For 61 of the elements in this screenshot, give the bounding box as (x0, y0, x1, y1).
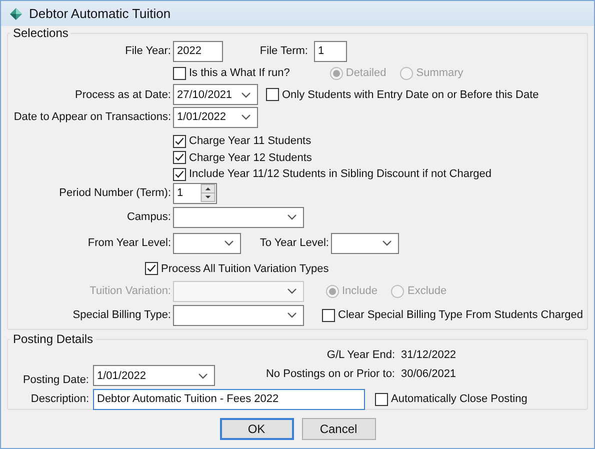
checkbox[interactable] (173, 151, 186, 164)
year-level-dropdown[interactable] (173, 232, 241, 254)
radio-label: Exclude (407, 285, 447, 297)
field-label: From Year Level: (86, 237, 171, 249)
checkbox[interactable] (375, 392, 388, 406)
checkbox-label: Is this a What If run? (189, 67, 290, 79)
checkbox-label: Charge Year 12 Students (189, 152, 312, 164)
checkbox[interactable] (145, 262, 158, 275)
info-label: No Postings on or Prior to: (266, 368, 395, 380)
checkbox[interactable] (322, 308, 335, 322)
chevron-down-icon[interactable] (287, 214, 297, 220)
dialog-button[interactable]: OK (220, 418, 294, 440)
group-title: Selections (12, 26, 70, 40)
field-label: To Year Level: (258, 237, 329, 249)
checkbox[interactable] (173, 66, 186, 80)
chevron-down-icon[interactable] (198, 372, 208, 378)
field-label: Special Billing Type: (72, 309, 171, 321)
input-field[interactable]: 1 (314, 40, 347, 62)
spin-box[interactable]: 1 (173, 182, 217, 204)
info-value: 31/12/2022 (401, 348, 458, 360)
chevron-down-icon[interactable] (287, 312, 297, 318)
checkbox-label: Clear Special Billing Type From Students Charged (338, 309, 583, 321)
billing-dropdown[interactable] (173, 304, 304, 326)
field-label: Date to Appear on Transactions: (12, 111, 171, 123)
radio-label: Summary (416, 67, 464, 79)
spin-arrows-icon[interactable] (200, 184, 216, 202)
info-label: G/L Year End: (326, 348, 395, 360)
checkbox[interactable] (173, 168, 186, 180)
field-label: File Year: (124, 45, 171, 57)
checkbox-label: Include Year 11/12 Students in Sibling Discount if not Charged (189, 168, 492, 180)
checkbox[interactable] (266, 88, 279, 101)
checkbox[interactable] (173, 134, 186, 148)
radio-label: Include (342, 285, 378, 297)
field-label: Period Number (Term): (58, 187, 171, 199)
chevron-down-icon[interactable] (241, 92, 251, 98)
checkbox-label: Only Students with Entry Date on or Before this Date (282, 88, 539, 100)
window-title: Debtor Automatic Tuition (29, 6, 171, 21)
field-label: Description: (30, 393, 89, 405)
app-icon (9, 6, 23, 20)
info-value: 30/06/2021 (401, 368, 458, 380)
input-field[interactable]: Debtor Automatic Tuition - Fees 2022 (93, 388, 365, 410)
campus-dropdown[interactable] (173, 206, 304, 228)
field-label: Process as at Date: (74, 88, 171, 100)
field-label: Posting Date: (22, 374, 89, 386)
field-label: Campus: (126, 211, 171, 223)
checkbox-label: Process All Tuition Variation Types (161, 262, 329, 274)
input-field[interactable]: 2022 (173, 40, 223, 62)
chevron-down-icon[interactable] (382, 240, 392, 246)
radio-label: Detailed (346, 67, 386, 79)
group-title: Posting Details (12, 332, 94, 346)
field-label: File Term: (258, 45, 308, 57)
field-label: Tuition Variation: (88, 285, 171, 297)
year-level-dropdown[interactable] (331, 232, 399, 254)
checkbox-label: Charge Year 11 Students (189, 135, 312, 147)
dialog-button[interactable]: Cancel (302, 418, 376, 440)
date-dropdown[interactable]: 1/01/2022 (93, 365, 215, 386)
date-dropdown[interactable]: 27/10/2021 (173, 84, 258, 105)
chevron-down-icon[interactable] (241, 114, 251, 120)
checkbox-label: Automatically Close Posting (391, 393, 528, 405)
date-dropdown[interactable]: 1/01/2022 (173, 106, 258, 128)
chevron-down-icon[interactable] (224, 240, 234, 246)
